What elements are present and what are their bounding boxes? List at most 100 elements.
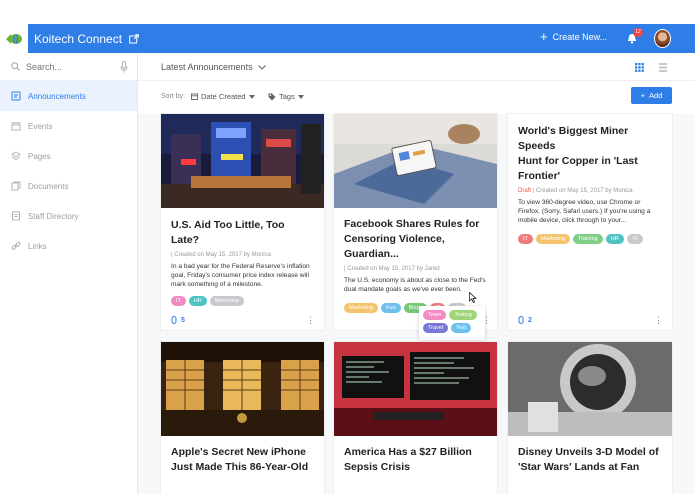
sidebar-item-staff-directory[interactable]: Staff Directory bbox=[0, 201, 137, 231]
microphone-icon[interactable] bbox=[120, 61, 128, 73]
card-title-line: Facebook Shares Rules for bbox=[344, 218, 480, 230]
announcement-card[interactable]: Apple's Secret New iPhone Just Made This… bbox=[161, 342, 324, 494]
chevron-down-icon bbox=[257, 64, 266, 70]
create-new-button[interactable]: + Create New... bbox=[540, 29, 607, 44]
card-title[interactable]: Disney Unveils 3-D Model of 'Star Wars' … bbox=[508, 445, 672, 475]
card-meta-text: Created on May 15, 2017 by Monica bbox=[174, 252, 271, 258]
app-title[interactable]: Koitech Connect bbox=[34, 32, 122, 46]
card-meta-text: Created on May 15, 2017 by Monica bbox=[535, 188, 633, 194]
card-image bbox=[161, 114, 324, 208]
tag-team[interactable]: Team bbox=[423, 310, 447, 320]
sidebar-item-label: Documents bbox=[28, 181, 69, 191]
card-meta: | Created on May 15, 2017 by Monica bbox=[161, 252, 324, 258]
station-hall-image bbox=[161, 342, 324, 436]
tag-it[interactable]: IT bbox=[171, 296, 186, 306]
card-meta-text: Created on May 15, 2017 by Jared bbox=[347, 266, 440, 272]
card-title-line: Hunt for Copper in 'Last bbox=[518, 155, 638, 167]
card-title-line: Frontier' bbox=[518, 170, 561, 182]
more-options-icon[interactable]: ⋮ bbox=[306, 316, 315, 325]
view-select-value: Latest Announcements bbox=[161, 62, 253, 72]
announcement-card[interactable]: America Has a $27 Billion Sepsis Crisis bbox=[334, 342, 497, 494]
sidebar-item-label: Announcements bbox=[28, 91, 86, 101]
caret-down-icon bbox=[297, 94, 304, 99]
sidebar-item-label: Staff Directory bbox=[28, 211, 79, 221]
sidebar-item-announcements[interactable]: Announcements bbox=[0, 81, 137, 111]
code-monitors-image bbox=[334, 342, 497, 436]
likes-counter[interactable]: 5 bbox=[171, 316, 185, 324]
logo[interactable] bbox=[0, 24, 28, 53]
add-button[interactable]: + Add bbox=[631, 87, 672, 104]
main-header: Latest Announcements bbox=[138, 53, 695, 81]
tag-marketing[interactable]: Marketing bbox=[209, 296, 244, 306]
tag-marketing[interactable]: Marketing bbox=[535, 234, 571, 244]
app: Koitech Connect + Create New... 12 Searc… bbox=[0, 0, 695, 494]
tag-test[interactable]: Test bbox=[451, 323, 472, 333]
sidebar: Announcements Events Pages Documents bbox=[0, 53, 138, 494]
card-meta: | Created on May 15, 2017 by Jared bbox=[334, 266, 497, 272]
sidebar-item-links[interactable]: Links bbox=[0, 231, 137, 261]
tags-popover: Team Testing Travel Test bbox=[419, 306, 485, 340]
announcement-card[interactable]: World's Biggest Miner Speeds Hunt for Co… bbox=[508, 114, 672, 330]
card-title[interactable]: Facebook Shares Rules for Censoring Viol… bbox=[334, 217, 497, 262]
tag-it[interactable]: IT bbox=[518, 234, 533, 244]
tag-testing[interactable]: Testing bbox=[449, 310, 477, 320]
card-title[interactable]: Apple's Secret New iPhone Just Made This… bbox=[161, 445, 324, 475]
sort-toolbar: Sort by: Date Created Tags + Add bbox=[138, 81, 695, 114]
card-excerpt: In a bad year for the Federal Reserve's … bbox=[171, 263, 310, 288]
card-title-line: World's Biggest Miner Speeds bbox=[518, 125, 629, 152]
card-excerpt: To view 360-degree video, use Chrome or … bbox=[518, 199, 651, 224]
view-select[interactable]: Latest Announcements bbox=[161, 62, 266, 72]
avatar[interactable] bbox=[654, 29, 671, 48]
tag-marketing[interactable]: Marketing bbox=[344, 303, 379, 313]
thumb-icon bbox=[171, 316, 177, 324]
announcement-card[interactable]: U.S. Aid Too Little, Too Late? | Created… bbox=[161, 114, 324, 330]
plus-icon: + bbox=[640, 91, 646, 100]
tag-training[interactable]: Training bbox=[573, 234, 603, 244]
caret-down-icon bbox=[248, 94, 255, 99]
card-title-line: Just Made This 86-Year-Old bbox=[171, 461, 309, 473]
sort-date-dropdown[interactable]: Date Created bbox=[191, 92, 255, 101]
tag-hr[interactable]: HR bbox=[188, 296, 207, 306]
tags-dropdown[interactable]: Tags bbox=[268, 92, 304, 101]
sidebar-item-pages[interactable]: Pages bbox=[0, 141, 137, 171]
card-tags: IT HR Marketing bbox=[161, 296, 324, 306]
sidebar-item-documents[interactable]: Documents bbox=[0, 171, 137, 201]
tag-more[interactable]: +5 bbox=[626, 234, 643, 244]
card-title[interactable]: U.S. Aid Too Little, Too Late? bbox=[161, 218, 324, 248]
plus-icon: + bbox=[540, 29, 548, 44]
calendar-icon bbox=[11, 122, 21, 131]
grid-view-icon[interactable] bbox=[635, 63, 644, 72]
notification-badge: 12 bbox=[633, 28, 643, 37]
sidebar-item-events[interactable]: Events bbox=[0, 111, 137, 141]
tag-icon bbox=[268, 93, 276, 100]
card-title[interactable]: America Has a $27 Billion Sepsis Crisis bbox=[334, 445, 497, 475]
calendar-icon bbox=[191, 93, 198, 100]
tag-hr[interactable]: HR bbox=[605, 234, 624, 244]
search-input[interactable] bbox=[26, 61, 106, 72]
layers-icon bbox=[11, 151, 21, 161]
card-title[interactable]: World's Biggest Miner Speeds Hunt for Co… bbox=[508, 124, 672, 184]
card-image bbox=[508, 342, 672, 436]
announcement-card[interactable]: Disney Unveils 3-D Model of 'Star Wars' … bbox=[508, 342, 672, 494]
card-title-line: Censoring Violence, Guardian... bbox=[344, 233, 445, 260]
card-meta: Draft | Created on May 15, 2017 by Monic… bbox=[508, 188, 672, 194]
fish-logo-icon bbox=[6, 33, 22, 44]
card-title-line: Apple's Secret New iPhone bbox=[171, 446, 306, 458]
list-view-icon[interactable] bbox=[659, 63, 667, 72]
tags-label: Tags bbox=[279, 92, 295, 101]
tag-fun[interactable]: Fun bbox=[381, 303, 401, 313]
card-title-line: Sepsis Crisis bbox=[344, 461, 410, 473]
search-icon bbox=[11, 62, 20, 71]
link-icon bbox=[11, 241, 21, 250]
sidebar-item-label: Events bbox=[28, 121, 53, 131]
card-image bbox=[334, 114, 497, 208]
tag-travel[interactable]: Travel bbox=[423, 323, 449, 333]
city-night-image bbox=[161, 114, 324, 208]
likes-count: 5 bbox=[181, 316, 185, 324]
external-link-icon[interactable] bbox=[129, 33, 139, 44]
sort-date-label: Date Created bbox=[201, 92, 246, 101]
mouse-cursor-icon bbox=[469, 292, 477, 303]
sidebar-item-label: Links bbox=[28, 241, 47, 251]
add-label: Add bbox=[649, 91, 663, 100]
sort-by-label: Sort by: bbox=[161, 93, 186, 100]
